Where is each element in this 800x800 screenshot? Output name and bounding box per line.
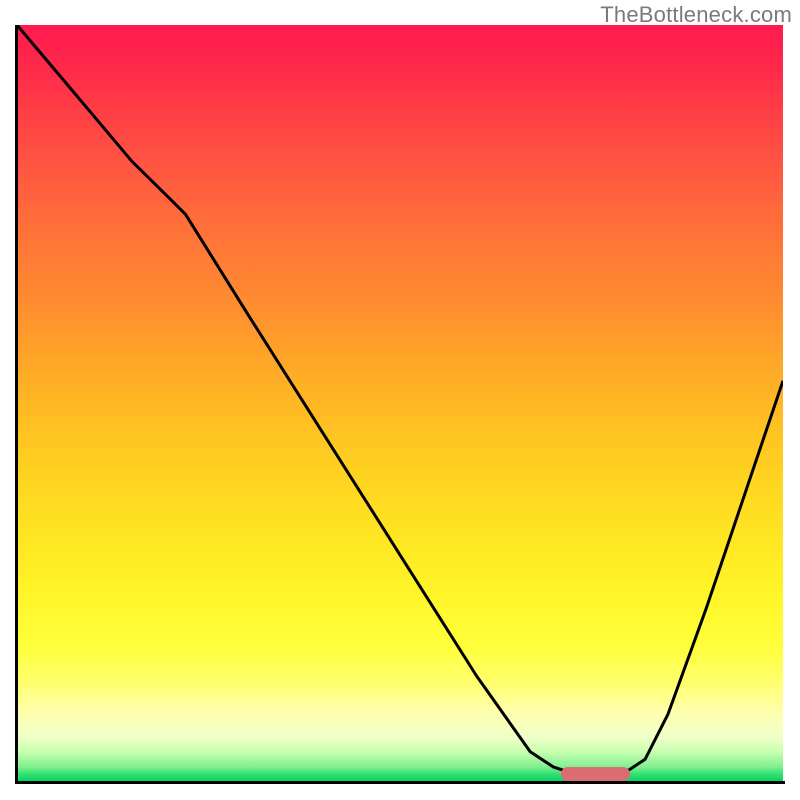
x-axis bbox=[15, 781, 785, 784]
plot-area bbox=[17, 25, 783, 782]
optimal-range-marker bbox=[561, 767, 630, 781]
bottleneck-curve-path bbox=[17, 25, 783, 774]
curve-svg bbox=[17, 25, 783, 782]
y-axis bbox=[15, 25, 18, 784]
bottleneck-chart: TheBottleneck.com bbox=[0, 0, 800, 800]
